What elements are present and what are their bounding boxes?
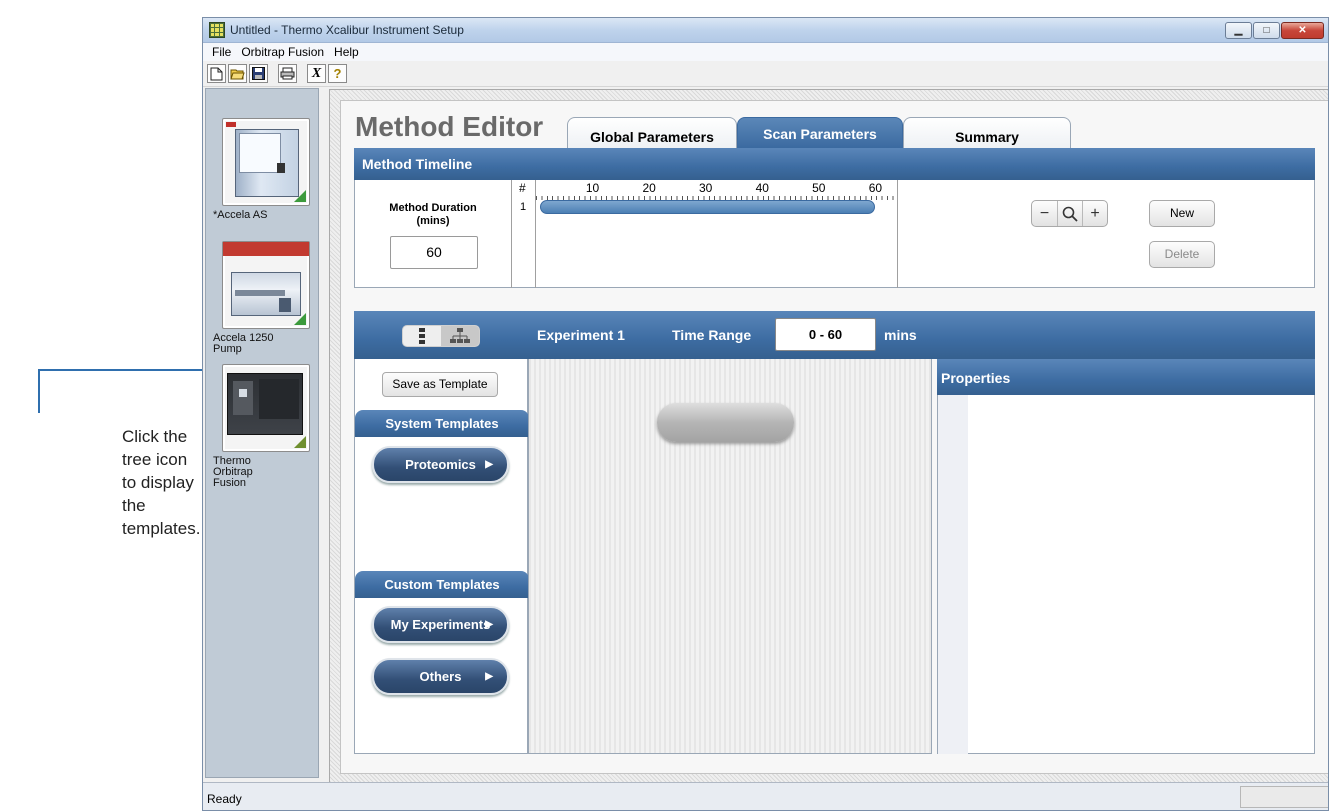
template-my-experiments[interactable]: My Experiments ▶ xyxy=(372,606,509,643)
zoom-out-button[interactable]: − xyxy=(1032,201,1057,226)
save-disk-icon[interactable] xyxy=(249,64,268,83)
toolbar: X ? xyxy=(203,61,1328,87)
close-button[interactable]: ✕ xyxy=(1281,22,1324,39)
timeline-tick-label: 20 xyxy=(642,181,656,195)
delete-experiment-button[interactable]: Delete xyxy=(1149,241,1215,268)
menu-help[interactable]: Help xyxy=(329,45,364,59)
app-grid-icon xyxy=(209,22,225,38)
time-range-label: Time Range xyxy=(672,327,752,343)
templates-panel: Save as Template System Templates Proteo… xyxy=(354,359,529,754)
instrument-orbitrap-fusion[interactable]: Thermo Orbitrap Fusion xyxy=(213,364,310,489)
status-panel xyxy=(1240,786,1328,808)
timeline-tick-label: 50 xyxy=(812,181,826,195)
title-bar: Untitled - Thermo Xcalibur Instrument Se… xyxy=(203,18,1328,43)
method-timeline: Method Duration (mins) 60 # 1 10 20 30 40 50… xyxy=(354,180,1315,288)
zoom-controls: − + xyxy=(1031,200,1108,227)
list-view-icon[interactable] xyxy=(403,326,441,346)
chevron-right-icon: ▶ xyxy=(485,459,493,470)
minimize-button[interactable]: ▁ xyxy=(1225,22,1252,39)
status-text: Ready xyxy=(207,792,242,806)
properties-panel xyxy=(937,359,1315,754)
experiment-canvas[interactable] xyxy=(528,359,932,754)
application-window: Untitled - Thermo Xcalibur Instrument Se… xyxy=(202,17,1329,811)
experiment-timeline-bar[interactable] xyxy=(540,200,876,214)
menu-orbitrap-fusion[interactable]: Orbitrap Fusion xyxy=(236,45,329,59)
zoom-magnifier-icon[interactable] xyxy=(1057,201,1082,226)
instrument-accela-as[interactable]: *Accela AS xyxy=(213,118,310,221)
template-label: My Experiments xyxy=(390,617,491,632)
template-label: Others xyxy=(419,669,462,684)
zoom-in-button[interactable]: + xyxy=(1082,201,1107,226)
timeline-tick-label: 40 xyxy=(755,181,769,195)
timeline-tick-label: 60 xyxy=(868,181,883,195)
pump-image xyxy=(222,241,310,329)
instrument-label: *Accela AS xyxy=(213,209,268,221)
autosampler-image xyxy=(222,118,310,206)
timeline-tick-label: 10 xyxy=(585,181,600,195)
mass-spectrometer-image xyxy=(222,364,310,452)
experiment-name: Experiment 1 xyxy=(537,327,625,343)
help-question-icon[interactable]: ? xyxy=(328,64,347,83)
method-editor: Method Editor Global Parameters Scan Par… xyxy=(340,100,1328,774)
timeline-tick-label: 30 xyxy=(699,181,713,195)
menu-bar: File Orbitrap Fusion Help xyxy=(203,43,1328,61)
instrument-panel: *Accela AS Accela 1250 Pump Thermo Orbit… xyxy=(205,88,319,778)
timeline-hash-label: # xyxy=(519,181,526,195)
chevron-right-icon: ▶ xyxy=(485,671,493,682)
template-label: Proteomics xyxy=(405,457,476,472)
placeholder-node[interactable] xyxy=(657,403,794,442)
template-others[interactable]: Others ▶ xyxy=(372,658,509,695)
time-range-unit: mins xyxy=(884,327,917,343)
properties-header: Properties xyxy=(937,359,1315,395)
chevron-right-icon: ▶ xyxy=(485,619,493,630)
callout-line-vertical xyxy=(38,370,40,413)
timeline-grid: # 1 10 20 30 40 50 60 xyxy=(511,180,898,288)
method-duration-label: Method Duration (mins) xyxy=(389,202,477,227)
tab-summary[interactable]: Summary xyxy=(903,117,1071,148)
tree-view-icon[interactable] xyxy=(441,326,479,346)
time-range-input[interactable]: 0 - 60 xyxy=(775,318,876,351)
x-icon[interactable]: X xyxy=(307,64,326,83)
save-as-template-button[interactable]: Save as Template xyxy=(382,372,498,397)
instrument-label: Accela 1250 Pump xyxy=(213,332,274,355)
custom-templates-header: Custom Templates xyxy=(355,571,529,598)
method-timeline-header: Method Timeline xyxy=(354,148,1315,180)
view-toggle xyxy=(402,325,480,347)
timeline-row-number: 1 xyxy=(520,201,527,213)
experiment-header: Experiment 1 Time Range 0 - 60 mins xyxy=(528,311,1315,359)
menu-file[interactable]: File xyxy=(207,45,236,59)
window-title: Untitled - Thermo Xcalibur Instrument Se… xyxy=(230,23,464,37)
tab-scan-parameters[interactable]: Scan Parameters xyxy=(737,117,903,148)
tab-global-parameters[interactable]: Global Parameters xyxy=(567,117,737,148)
system-templates-header: System Templates xyxy=(355,410,529,437)
printer-icon[interactable] xyxy=(278,64,297,83)
new-experiment-button[interactable]: New xyxy=(1149,200,1215,227)
editor-container: Method Editor Global Parameters Scan Par… xyxy=(329,89,1328,783)
instrument-accela-pump[interactable]: Accela 1250 Pump xyxy=(213,241,310,355)
page-title: Method Editor xyxy=(355,111,544,142)
instrument-label: Thermo Orbitrap Fusion xyxy=(213,455,253,489)
open-folder-icon[interactable] xyxy=(228,64,247,83)
method-duration-input[interactable]: 60 xyxy=(390,236,478,269)
callout-text: Click the tree icon to display the templ… xyxy=(122,427,201,538)
view-toggle-header xyxy=(354,311,528,359)
new-document-icon[interactable] xyxy=(207,64,226,83)
status-bar: Ready xyxy=(203,782,1328,810)
maximize-button[interactable]: □ xyxy=(1253,22,1280,39)
template-proteomics[interactable]: Proteomics ▶ xyxy=(372,446,509,483)
